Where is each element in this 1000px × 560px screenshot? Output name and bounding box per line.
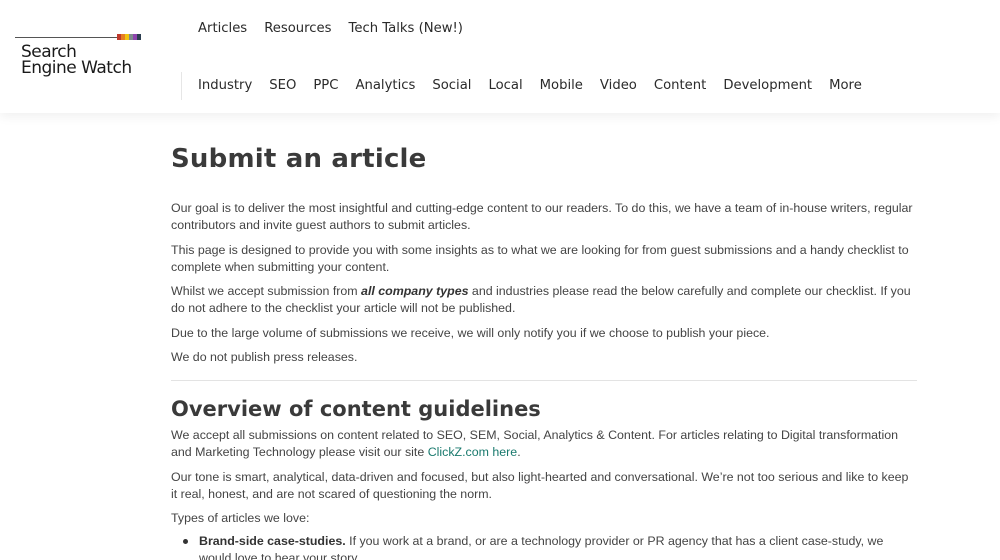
notification-paragraph: Due to the large volume of submissions w… — [171, 326, 770, 340]
top-nav-resources[interactable]: Resources — [264, 20, 331, 38]
accepted-topics-paragraph: We accept all submissions on content rel… — [171, 427, 917, 461]
accepted-topics-text: We accept all submissions on content rel… — [171, 428, 899, 459]
section-divider — [171, 380, 917, 381]
clickz-link[interactable]: ClickZ.com here — [428, 445, 518, 459]
logo-line-2: Engine Watch — [21, 58, 132, 78]
logo-stripe — [137, 34, 141, 40]
press-release-paragraph: We do not publish press releases. — [171, 350, 358, 364]
checklist-text-start: Whilst we accept submission from — [171, 284, 362, 298]
nav-ppc[interactable]: PPC — [313, 77, 338, 95]
nav-divider — [181, 72, 182, 100]
top-nav-articles[interactable]: Articles — [198, 20, 247, 38]
site-header: Search Engine Watch Articles Resources T… — [0, 0, 1000, 113]
page-purpose-paragraph: This page is designed to provide you wit… — [171, 243, 909, 274]
accepted-topics-period: . — [517, 445, 521, 459]
top-nav-tech-talks[interactable]: Tech Talks (New!) — [349, 20, 463, 38]
nav-video[interactable]: Video — [600, 77, 637, 95]
site-logo[interactable]: Search Engine Watch — [15, 34, 147, 80]
top-nav: Articles Resources Tech Talks (New!) — [198, 20, 463, 38]
article-types-label: Types of articles we love: — [171, 511, 310, 525]
nav-analytics[interactable]: Analytics — [355, 77, 415, 95]
article-content: Submit an article Our goal is to deliver… — [171, 113, 917, 560]
list-item: Brand-side case-studies. If you work at … — [183, 533, 917, 560]
nav-content[interactable]: Content — [654, 77, 706, 95]
nav-more[interactable]: More — [829, 77, 862, 95]
category-nav: Industry SEO PPC Analytics Social Local … — [198, 77, 862, 95]
logo-wordmark: Search Engine Watch — [21, 44, 147, 78]
nav-industry[interactable]: Industry — [198, 77, 252, 95]
intro-paragraph: Our goal is to deliver the most insightf… — [171, 201, 913, 232]
guidelines-heading: Overview of content guidelines — [171, 397, 541, 421]
bullet-icon — [183, 539, 188, 544]
nav-social[interactable]: Social — [432, 77, 471, 95]
nav-seo[interactable]: SEO — [269, 77, 296, 95]
nav-local[interactable]: Local — [488, 77, 522, 95]
logo-stripe-bar — [15, 34, 143, 40]
company-types-emphasis: all company types — [361, 284, 469, 298]
page-title: Submit an article — [171, 144, 427, 174]
nav-mobile[interactable]: Mobile — [540, 77, 583, 95]
nav-development[interactable]: Development — [723, 77, 812, 95]
checklist-paragraph: Whilst we accept submission from all com… — [171, 283, 917, 317]
list-item-title: Brand-side case-studies. — [199, 534, 346, 548]
tone-paragraph: Our tone is smart, analytical, data-driv… — [171, 470, 909, 501]
